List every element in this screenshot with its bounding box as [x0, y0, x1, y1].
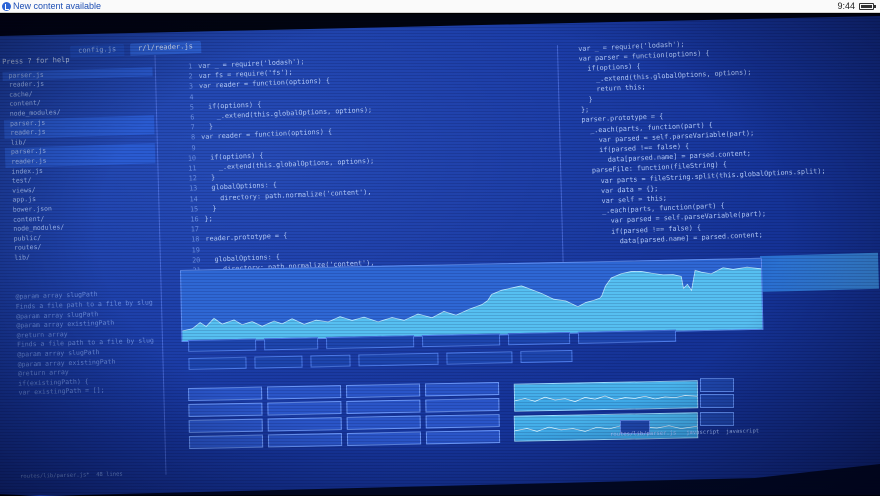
control-slot	[578, 330, 676, 344]
control-rack	[188, 328, 749, 388]
line-number: 6	[178, 112, 194, 123]
meter-trace-top	[515, 381, 697, 410]
file-tree-sidebar: Press ? for help parser.jsreader.jscache…	[2, 53, 163, 418]
line-number: 19	[184, 245, 200, 256]
meter-panel-top	[514, 380, 699, 412]
control-slot	[310, 355, 350, 368]
grid-button	[188, 387, 262, 401]
control-slot	[188, 357, 246, 370]
control-slot	[326, 335, 414, 349]
line-number: 10	[180, 153, 196, 164]
grid-button	[189, 435, 263, 449]
status-bar: New content available 9:44	[0, 0, 880, 13]
line-number: 8	[179, 133, 195, 144]
line-number: 14	[182, 194, 198, 205]
line-number: 16	[182, 214, 198, 225]
grid-button	[346, 384, 420, 398]
line-number: 2	[176, 72, 192, 83]
grid-button	[347, 432, 421, 446]
line-number: 13	[181, 184, 197, 195]
small-indicator	[700, 394, 734, 408]
line-number: 20	[184, 255, 200, 266]
clock: 9:44	[837, 1, 855, 11]
code-text: };	[581, 105, 590, 116]
file-tree-list: parser.jsreader.jscache/content/node_mod…	[2, 67, 158, 263]
waveform-chart	[181, 259, 762, 341]
grid-button	[346, 400, 420, 414]
status-left[interactable]: New content available	[2, 1, 101, 11]
line-number: 12	[181, 173, 197, 184]
code-pane-left: 1var _ = require('lodash');2var fs = req…	[176, 46, 565, 292]
line-number: 5	[178, 102, 194, 113]
grid-button	[267, 385, 341, 399]
grid-button	[425, 382, 499, 396]
code-text: }	[580, 94, 593, 105]
status-right: 9:44	[837, 1, 874, 11]
line-number: 9	[179, 143, 195, 154]
code-text: };	[204, 214, 213, 225]
control-slot	[358, 353, 438, 367]
grid-button	[347, 416, 421, 430]
control-slot	[264, 337, 318, 350]
control-slot	[422, 333, 500, 347]
grid-button	[268, 433, 342, 447]
sidebar-notes: @param array slugPathFinds a file path t…	[9, 289, 162, 399]
code-text: }	[203, 173, 216, 184]
control-slot	[254, 356, 302, 369]
control-slot	[446, 351, 512, 364]
line-number: 3	[177, 82, 193, 93]
small-indicator	[700, 378, 734, 392]
grid-button	[268, 417, 342, 431]
control-slot	[188, 339, 256, 352]
line-number: 17	[183, 224, 199, 235]
grid-button	[267, 401, 341, 415]
meter-line-top	[515, 394, 697, 402]
editor-screen: config.js r/l/reader.js Press ? for help…	[0, 0, 880, 495]
line-number: 1	[176, 61, 192, 72]
grid-button	[189, 419, 263, 433]
bottom-status-line: routes/lib/parser.js* 48 lines	[20, 459, 620, 484]
grid-button	[426, 430, 500, 444]
battery-icon	[859, 3, 874, 10]
button-grid	[188, 382, 509, 458]
line-number: 18	[183, 235, 199, 246]
code-text: }	[201, 122, 214, 133]
line-number: 11	[180, 163, 196, 174]
code-pane-right: var _ = require('lodash');var parser = f…	[578, 30, 880, 273]
small-indicator	[700, 412, 734, 426]
grid-button	[426, 414, 500, 428]
notification-icon	[2, 2, 11, 11]
grid-button	[425, 398, 499, 412]
control-slot	[520, 350, 572, 363]
line-number: 4	[177, 92, 193, 103]
sidebar-help: Press ? for help	[2, 53, 152, 67]
line-number: 7	[179, 122, 195, 133]
control-slot	[508, 332, 570, 345]
code-text: }	[204, 203, 217, 214]
line-number: 15	[182, 204, 198, 215]
right-graph-strip	[760, 253, 879, 292]
notification-text[interactable]: New content available	[13, 1, 101, 11]
grid-button	[188, 403, 262, 417]
